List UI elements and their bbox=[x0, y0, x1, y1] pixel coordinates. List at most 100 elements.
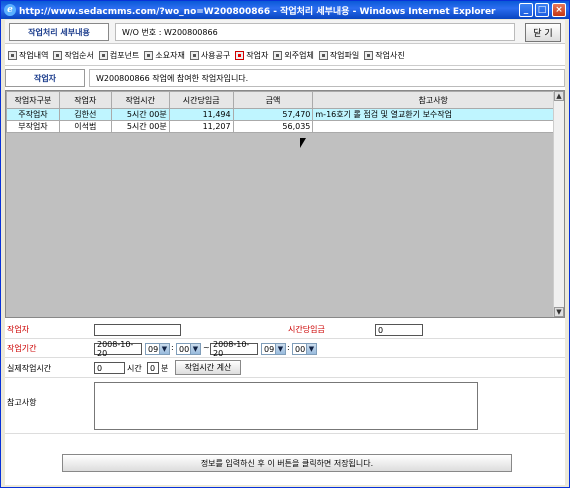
form-row-worker: 작업자 시간당임금 0 bbox=[5, 321, 565, 339]
period-tilde: ~ bbox=[203, 343, 210, 352]
tab-outsourcing[interactable]: 외주업체 bbox=[273, 50, 314, 61]
chevron-down-icon: ▼ bbox=[159, 344, 169, 354]
cell-amount: 56,035 bbox=[232, 120, 314, 133]
save-button[interactable]: 정보를 입력하신 후 이 버튼을 클릭하면 저장됩니다. bbox=[62, 454, 512, 472]
close-window-icon[interactable]: × bbox=[552, 3, 566, 17]
hourly-wage-label: 시간당임금 bbox=[288, 325, 325, 334]
minimize-icon[interactable]: _ bbox=[519, 3, 533, 17]
end-min-value: 00 bbox=[295, 344, 306, 354]
form-row-period: 작업기간 2008-10-20 09 ▼ : 00 ▼ ~ 2008-10-20 0… bbox=[5, 339, 565, 358]
notes-label: 참고사항 bbox=[7, 398, 37, 407]
ie-window: e http://www.sedacmms.com/?wo_no=W200800… bbox=[0, 0, 570, 488]
window-title: http://www.sedacmms.com/?wo_no=W20080086… bbox=[19, 6, 496, 17]
page-title: 작업처리 세부내용 bbox=[9, 23, 109, 41]
column-header[interactable]: 참고사항 bbox=[312, 91, 554, 109]
worker-grid: 작업자구분 작업자 작업시간 시간당임금 금액 참고사항 주작업자 김한선 5시… bbox=[5, 90, 565, 318]
table-row[interactable]: 주작업자 김한선 5시간 00분 11,494 57,470 m-16호기 롤 … bbox=[6, 108, 554, 121]
close-button[interactable]: 닫 기 bbox=[525, 23, 561, 42]
ie-logo-icon: e bbox=[4, 4, 16, 16]
cell-worker-name: 김한선 bbox=[58, 108, 112, 121]
actual-hours-input[interactable]: 0 bbox=[94, 362, 125, 374]
chevron-down-icon: ▼ bbox=[306, 344, 316, 354]
tab-icon bbox=[364, 50, 374, 60]
start-min-value: 00 bbox=[179, 344, 190, 354]
tab-work-history[interactable]: 작업내역 bbox=[8, 50, 48, 61]
cell-notes: m-16호기 롤 점검 및 열교환기 보수작업 bbox=[312, 108, 554, 121]
tab-divider bbox=[5, 65, 565, 66]
tab-label: 외주업체 bbox=[284, 50, 314, 60]
tab-label: 사용공구 bbox=[200, 50, 231, 60]
page-header: 작업처리 세부내용 W/O 번호 : W200800866 닫 기 bbox=[5, 20, 565, 44]
actual-minutes-input[interactable]: 0 bbox=[147, 362, 159, 374]
cell-work-time: 5시간 00분 bbox=[110, 120, 170, 133]
start-date-input[interactable]: 2008-10-20 bbox=[94, 340, 142, 358]
wo-number: W/O 번호 : W200800866 bbox=[115, 23, 515, 41]
tab-label: 작업내역 bbox=[19, 50, 49, 60]
end-hour-value: 09 bbox=[264, 344, 275, 354]
cell-hourly-wage: 11,494 bbox=[168, 108, 234, 121]
scroll-up-icon[interactable]: ▲ bbox=[554, 91, 564, 101]
worker-label: 작업자 bbox=[7, 325, 30, 334]
mouse-cursor-icon bbox=[300, 138, 306, 148]
tab-work-order[interactable]: 작업순서 bbox=[53, 50, 94, 61]
tab-icon bbox=[318, 50, 328, 60]
cell-amount: 57,470 bbox=[232, 108, 314, 121]
notes-textarea[interactable] bbox=[94, 382, 478, 430]
tab-icon bbox=[8, 50, 17, 60]
calc-time-button[interactable]: 작업시간 계산 bbox=[175, 360, 241, 375]
column-header[interactable]: 작업시간 bbox=[110, 91, 170, 109]
scroll-down-icon[interactable]: ▼ bbox=[554, 307, 564, 317]
time-colon: : bbox=[171, 343, 174, 352]
tab-bar: 작업내역 작업순서 컴포넌트 소요자재 사용공구 작업자 외주업체 작업파일 작… bbox=[5, 47, 565, 63]
form-row-notes: 참고사항 bbox=[5, 378, 565, 434]
grid-scrollbar[interactable]: ▲ ▼ bbox=[553, 91, 564, 317]
tab-icon bbox=[189, 50, 199, 60]
cell-worker-name: 이석범 bbox=[58, 120, 112, 133]
end-min-select[interactable]: 00 ▼ bbox=[292, 343, 317, 355]
column-header[interactable]: 시간당임금 bbox=[168, 91, 234, 109]
tab-icon bbox=[144, 50, 154, 60]
chevron-down-icon: ▼ bbox=[190, 344, 200, 354]
period-label: 작업기간 bbox=[7, 344, 37, 353]
minutes-unit: 분 bbox=[161, 364, 169, 373]
tab-icon bbox=[273, 50, 283, 60]
start-min-select[interactable]: 00 ▼ bbox=[176, 343, 201, 355]
tab-label: 작업사진 bbox=[375, 50, 405, 60]
hourly-wage-input[interactable]: 0 bbox=[375, 324, 423, 336]
column-header[interactable]: 작업자 bbox=[58, 91, 112, 109]
cell-notes bbox=[312, 120, 554, 133]
title-bar[interactable]: e http://www.sedacmms.com/?wo_no=W200800… bbox=[1, 1, 569, 19]
column-header[interactable]: 금액 bbox=[232, 91, 314, 109]
section-description: W200800866 작업에 참여한 작업자입니다. bbox=[89, 69, 565, 87]
tab-label: 컴포넌트 bbox=[109, 50, 140, 60]
tab-materials[interactable]: 소요자재 bbox=[144, 50, 185, 61]
tab-icon-active bbox=[235, 50, 245, 60]
worker-input[interactable] bbox=[94, 324, 181, 336]
column-header[interactable]: 작업자구분 bbox=[6, 91, 60, 109]
tab-label: 소요자재 bbox=[155, 50, 185, 60]
table-row[interactable]: 부작업자 이석범 5시간 00분 11,207 56,035 bbox=[6, 120, 554, 133]
time-colon: : bbox=[287, 343, 290, 352]
actual-time-label: 실제작업시간 bbox=[7, 364, 52, 373]
tab-component[interactable]: 컴포넌트 bbox=[98, 50, 140, 61]
worker-table: 작업자구분 작업자 작업시간 시간당임금 금액 참고사항 주작업자 김한선 5시… bbox=[6, 91, 554, 133]
cell-work-time: 5시간 00분 bbox=[110, 108, 170, 121]
end-hour-select[interactable]: 09 ▼ bbox=[261, 343, 286, 355]
maximize-icon[interactable]: □ bbox=[535, 3, 549, 17]
hours-unit: 시간 bbox=[127, 364, 142, 373]
start-hour-value: 09 bbox=[148, 344, 159, 354]
cell-worker-type: 부작업자 bbox=[6, 120, 60, 133]
tab-label: 작업파일 bbox=[329, 50, 360, 60]
form-row-actual-time: 실제작업시간 0 시간 0 분 작업시간 계산 bbox=[5, 358, 565, 378]
tab-tools[interactable]: 사용공구 bbox=[189, 50, 231, 61]
tab-icon bbox=[53, 50, 63, 60]
tab-workers[interactable]: 작업자 bbox=[235, 50, 268, 61]
tab-label: 작업자 bbox=[246, 50, 269, 60]
page-content: 작업처리 세부내용 W/O 번호 : W200800866 닫 기 작업내역 작… bbox=[5, 20, 565, 485]
tab-photos[interactable]: 작업사진 bbox=[364, 50, 405, 61]
start-hour-select[interactable]: 09 ▼ bbox=[145, 343, 170, 355]
end-date-input[interactable]: 2008-10-20 bbox=[210, 340, 258, 358]
section-label: 작업자 bbox=[5, 69, 85, 87]
tab-files[interactable]: 작업파일 bbox=[318, 50, 360, 61]
table-header-row: 작업자구분 작업자 작업시간 시간당임금 금액 참고사항 bbox=[6, 91, 554, 109]
